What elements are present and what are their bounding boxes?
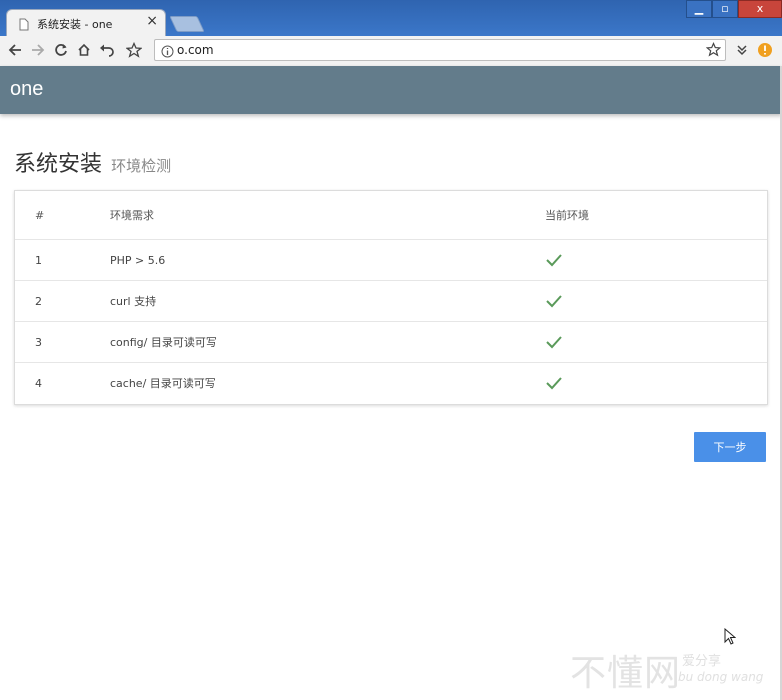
row-requirement: curl 支持 [110,295,157,308]
undo-icon[interactable] [97,40,117,60]
home-icon[interactable] [74,40,94,60]
cursor-icon [724,627,737,650]
bookmark-star-icon[interactable] [705,42,722,61]
page-title-sub: 环境检测 [111,157,172,175]
next-step-button[interactable]: 下一步 [694,432,766,462]
row-index: 2 [35,294,42,308]
row-index: 3 [35,335,42,349]
app-title[interactable]: one [10,78,43,101]
column-header-current: 当前环境 [545,209,589,222]
table-row: 3 config/ 目录可读可写 [15,321,767,362]
table-row: 4 cache/ 目录可读可写 [15,362,767,403]
check-icon [545,240,563,280]
page-title: 系统安装 环境检测 [14,146,171,178]
row-requirement: PHP > 5.6 [110,253,166,267]
check-icon [545,322,563,362]
star-icon[interactable] [124,40,144,60]
back-icon[interactable] [5,40,25,60]
row-index: 4 [35,376,42,390]
check-icon [545,363,563,403]
address-bar[interactable]: o.com [154,39,726,61]
page-icon [19,16,29,31]
tab-title: 系统安装 - one [37,18,113,31]
address-text[interactable]: o.com [177,43,214,57]
table-header-row: # 环境需求 当前环境 [15,191,767,239]
table-row: 1 PHP > 5.6 [15,239,767,280]
watermark-text: 不懂网 [570,653,682,694]
watermark-slogan: 爱分享 [682,654,722,669]
maximize-button[interactable]: ▫ [712,0,738,18]
table-row: 2 curl 支持 [15,280,767,321]
page-title-main: 系统安装 [14,152,103,177]
tab-close-button[interactable]: × [146,13,158,29]
window-controls: ▁ ▫ x [686,0,782,20]
row-index: 1 [35,253,42,267]
browser-tab[interactable]: 系统安装 - one × [6,9,166,36]
column-header-index: # [35,208,45,222]
forward-icon[interactable] [28,40,48,60]
environment-check-table: # 环境需求 当前环境 1 PHP > 5.6 2 curl 支持 3 conf… [14,190,768,405]
row-requirement: config/ 目录可读可写 [110,336,217,349]
app-header: one [0,66,782,114]
new-tab-button[interactable] [169,16,205,32]
row-requirement: cache/ 目录可读可写 [110,377,216,390]
close-window-button[interactable]: x [738,0,782,18]
browser-toolbar: o.com [0,36,782,67]
watermark-logo: 不懂网 爱分享 bu dong wang [570,644,763,696]
window-titlebar: 系统安装 - one × ▁ ▫ x [0,0,782,36]
menu-icon[interactable] [732,40,752,60]
check-icon [545,281,563,321]
extension-icon[interactable] [755,40,775,60]
info-icon[interactable] [161,43,174,62]
reload-icon[interactable] [51,40,71,60]
column-header-requirement: 环境需求 [110,209,154,222]
minimize-button[interactable]: ▁ [686,0,712,18]
watermark-pinyin: bu dong wang [678,670,764,684]
